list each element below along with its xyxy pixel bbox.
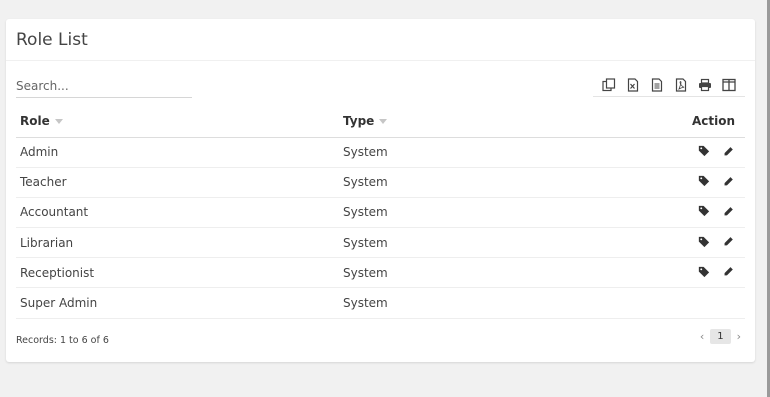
row-actions	[697, 204, 735, 218]
columns-icon[interactable]	[717, 73, 741, 97]
edit-icon[interactable]	[721, 174, 735, 188]
action-cell	[599, 227, 745, 259]
action-column-header: Action	[599, 106, 745, 138]
table-row: Teacher System	[16, 167, 745, 198]
row-actions	[697, 265, 735, 279]
type-column-header[interactable]: Type	[339, 106, 599, 138]
row-actions	[697, 235, 735, 249]
row-actions	[697, 144, 735, 158]
role-cell: Receptionist	[16, 257, 339, 289]
action-cell	[599, 287, 745, 319]
records-info: Records: 1 to 6 of 6	[16, 335, 109, 346]
type-cell: System	[339, 137, 599, 168]
csv-icon[interactable]	[645, 73, 669, 97]
table-row: Admin System	[16, 137, 745, 168]
role-header-label: Role	[20, 114, 50, 129]
action-cell	[599, 167, 745, 198]
action-cell	[599, 197, 745, 229]
export-toolbar	[593, 73, 745, 97]
page-number-button[interactable]: 1	[710, 329, 731, 344]
type-cell: System	[339, 257, 599, 289]
excel-icon[interactable]	[621, 73, 645, 97]
role-list-panel: Role List Role Type Action A	[6, 19, 755, 362]
role-cell: Admin	[16, 137, 339, 168]
sort-icon	[379, 119, 388, 125]
role-column-header[interactable]: Role	[16, 106, 339, 138]
sort-icon	[54, 119, 63, 125]
type-header-label: Type	[343, 114, 375, 129]
tag-icon[interactable]	[697, 144, 711, 158]
edit-icon[interactable]	[721, 265, 735, 279]
prev-page-button[interactable]: ‹	[700, 330, 704, 343]
role-cell: Accountant	[16, 197, 339, 229]
pdf-icon[interactable]	[669, 73, 693, 97]
row-actions	[697, 174, 735, 188]
panel-title: Role List	[16, 30, 88, 50]
table-row: Librarian System	[16, 227, 745, 259]
role-cell: Teacher	[16, 167, 339, 198]
tag-icon[interactable]	[697, 235, 711, 249]
edit-icon[interactable]	[721, 204, 735, 218]
search-input[interactable]	[16, 74, 192, 98]
type-cell: System	[339, 167, 599, 198]
type-cell: System	[339, 227, 599, 259]
role-cell: Super Admin	[16, 287, 339, 319]
tag-icon[interactable]	[697, 174, 711, 188]
edit-icon[interactable]	[721, 235, 735, 249]
tag-icon[interactable]	[697, 265, 711, 279]
tag-icon[interactable]	[697, 204, 711, 218]
table-header-row: Role Type Action	[16, 106, 745, 138]
table-row: Accountant System	[16, 197, 745, 229]
action-cell	[599, 257, 745, 289]
role-cell: Librarian	[16, 227, 339, 259]
table-row: Super Admin System	[16, 287, 745, 319]
edit-icon[interactable]	[721, 144, 735, 158]
type-cell: System	[339, 197, 599, 229]
copy-icon[interactable]	[597, 73, 621, 97]
action-cell	[599, 137, 745, 168]
role-table: Role Type Action Admin System Teacher Syste…	[16, 106, 745, 319]
type-cell: System	[339, 287, 599, 319]
panel-header: Role List	[6, 19, 755, 61]
table-row: Receptionist System	[16, 257, 745, 289]
action-header-label: Action	[691, 114, 735, 129]
print-icon[interactable]	[693, 73, 717, 97]
next-page-button[interactable]: ›	[737, 330, 741, 343]
pagination: ‹ 1 ›	[700, 329, 741, 344]
